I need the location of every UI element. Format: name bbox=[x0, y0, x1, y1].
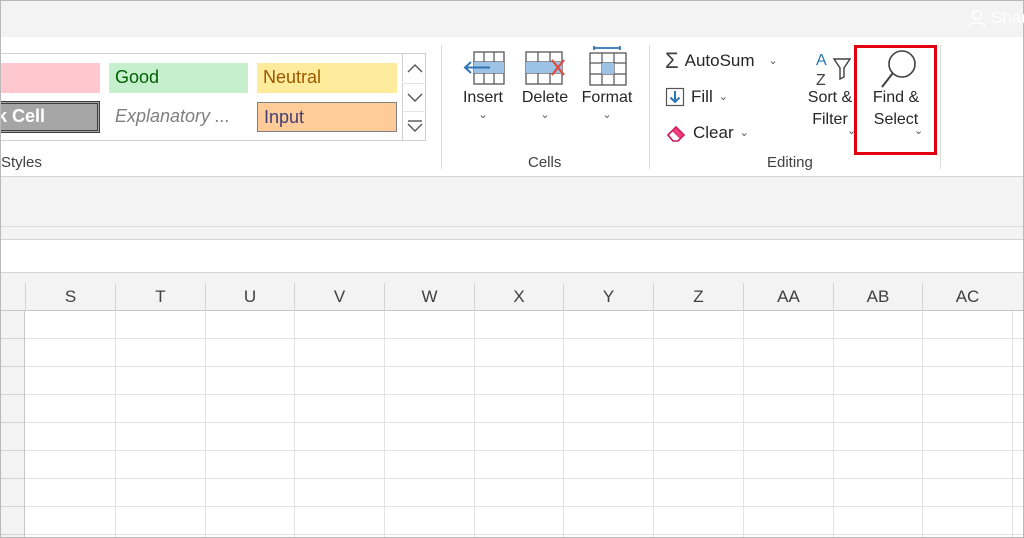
gallery-more-button[interactable] bbox=[402, 111, 426, 140]
delete-label: Delete bbox=[521, 89, 569, 106]
chevron-down-icon bbox=[407, 93, 422, 102]
style-bad[interactable] bbox=[1, 63, 100, 93]
share-button[interactable]: Shar bbox=[967, 7, 1024, 29]
group-separator bbox=[441, 45, 442, 169]
insert-button[interactable]: Insert ⌄ bbox=[455, 49, 511, 121]
format-button[interactable]: Format ⌄ bbox=[577, 45, 637, 121]
more-styles-icon bbox=[407, 120, 422, 132]
insert-label: Insert bbox=[462, 89, 503, 106]
grid-column-line bbox=[384, 311, 385, 537]
strip-gap bbox=[1, 227, 1023, 239]
clear-dropdown-chevron: ⌄ bbox=[739, 127, 749, 139]
group-separator bbox=[649, 45, 650, 169]
column-header[interactable]: AB bbox=[833, 283, 922, 311]
worksheet-grid[interactable] bbox=[1, 311, 1023, 537]
editing-group-label: Editing bbox=[767, 154, 813, 171]
grid-column-line bbox=[922, 311, 923, 537]
row-header-column bbox=[1, 311, 25, 537]
column-header[interactable]: U bbox=[205, 283, 294, 311]
share-label: Shar bbox=[991, 8, 1024, 27]
column-header[interactable]: AC bbox=[922, 283, 1012, 311]
autosum-button[interactable]: Σ AutoSum ⌄ bbox=[665, 48, 778, 74]
column-header[interactable]: W bbox=[384, 283, 474, 311]
column-header[interactable]: AA bbox=[743, 283, 833, 311]
ribbon-bottom-strip bbox=[1, 177, 1023, 227]
style-check-cell[interactable]: ck Cell bbox=[1, 101, 100, 133]
gallery-scroll-up-button[interactable] bbox=[402, 54, 426, 82]
column-header[interactable]: X bbox=[474, 283, 563, 311]
grid-column-line bbox=[205, 311, 206, 537]
delete-dropdown-chevron: ⌄ bbox=[540, 109, 550, 121]
column-header[interactable]: S bbox=[25, 283, 115, 311]
format-cells-icon bbox=[589, 46, 627, 86]
styles-group-label: Styles bbox=[1, 154, 42, 171]
chevron-up-icon bbox=[407, 64, 422, 73]
grid-column-line bbox=[294, 311, 295, 537]
person-icon bbox=[968, 9, 986, 28]
clear-label: Clear bbox=[693, 123, 734, 142]
grid-column-line bbox=[1012, 311, 1013, 537]
style-good[interactable]: Good bbox=[109, 63, 248, 93]
autosum-label: AutoSum bbox=[684, 51, 755, 70]
cells-group-label: Cells bbox=[528, 154, 562, 171]
column-header[interactable]: T bbox=[115, 283, 205, 311]
column-header[interactable]: V bbox=[294, 283, 384, 311]
title-bar-strip bbox=[1, 1, 1023, 37]
style-neutral[interactable]: Neutral bbox=[257, 63, 397, 93]
autosum-dropdown-chevron[interactable]: ⌄ bbox=[769, 55, 778, 67]
sort-filter-label-2: Filter bbox=[812, 111, 848, 128]
style-explanatory[interactable]: Explanatory ... bbox=[109, 102, 248, 132]
grid-column-line bbox=[563, 311, 564, 537]
grid-column-line bbox=[833, 311, 834, 537]
clear-button[interactable]: Clear ⌄ bbox=[665, 120, 749, 146]
svg-text:A: A bbox=[816, 52, 827, 69]
delete-cells-icon bbox=[525, 51, 565, 85]
grid-column-line bbox=[115, 311, 116, 537]
insert-cells-icon bbox=[463, 51, 505, 85]
find-select-highlight-box bbox=[854, 45, 937, 155]
eraser-icon bbox=[666, 125, 686, 142]
delete-button[interactable]: Delete ⌄ bbox=[517, 49, 573, 121]
grid-column-line bbox=[653, 311, 654, 537]
fill-button[interactable]: Fill ⌄ bbox=[665, 84, 728, 110]
column-header-row: S T U V W X Y Z AA AB AC bbox=[1, 283, 1023, 311]
format-dropdown-chevron: ⌄ bbox=[602, 109, 612, 121]
grid-column-line bbox=[474, 311, 475, 537]
column-header[interactable]: Z bbox=[653, 283, 743, 311]
insert-dropdown-chevron: ⌄ bbox=[478, 109, 488, 121]
style-input[interactable]: Input bbox=[257, 102, 397, 132]
format-label: Format bbox=[581, 89, 633, 106]
sort-filter-icon: A Z bbox=[816, 52, 852, 89]
fill-label: Fill bbox=[691, 87, 713, 106]
fill-down-icon bbox=[665, 87, 685, 107]
sort-filter-button[interactable]: A Z Sort & Filter bbox=[801, 49, 859, 131]
group-separator bbox=[940, 45, 941, 169]
gallery-scroll-down-button[interactable] bbox=[402, 83, 426, 111]
strip-gap bbox=[1, 273, 1023, 283]
select-all-corner[interactable] bbox=[1, 283, 25, 311]
sort-filter-label-1: Sort & bbox=[807, 89, 853, 106]
column-header[interactable]: Y bbox=[563, 283, 653, 311]
formula-bar[interactable] bbox=[1, 239, 1023, 273]
fill-dropdown-chevron: ⌄ bbox=[718, 91, 728, 103]
sigma-icon: Σ bbox=[665, 48, 679, 73]
grid-column-line bbox=[743, 311, 744, 537]
